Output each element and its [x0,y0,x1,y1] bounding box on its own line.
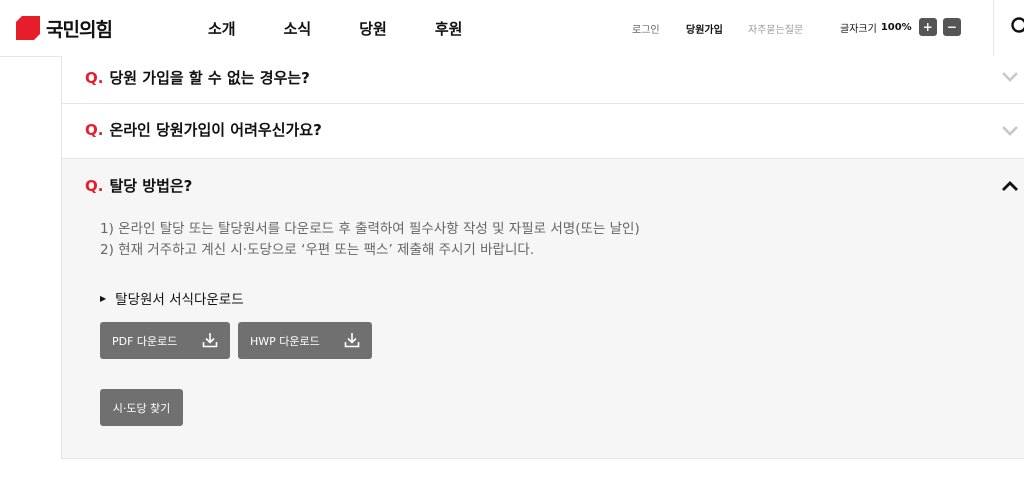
nav-item-news[interactable]: 소식 [284,18,312,39]
q-mark: Q. [85,120,104,139]
chevron-down-icon[interactable] [1001,71,1019,83]
faq-answer: 1) 온라인 탈당 또는 탈당원서를 다운로드 후 출력하여 필수사항 작성 및… [100,219,640,261]
logo-text: 국민의힘 [46,18,113,41]
faq-item[interactable]: Q. 온라인 당원가입이 어려우신가요? [62,104,1024,159]
site-logo[interactable]: 국민의힘 [16,14,113,42]
faq-question: Q. 당원 가입을 할 수 없는 경우는? [85,67,310,88]
font-size-control: 글자크기 100% + − [840,18,967,36]
faq-question: Q. 온라인 당원가입이 어려우신가요? [85,119,322,140]
q-mark: Q. [85,176,104,195]
main-nav: 소개 소식 당원 후원 [208,18,510,39]
pdf-download-button[interactable]: PDF 다운로드 [100,322,230,359]
login-link[interactable]: 로그인 [632,21,660,36]
chevron-up-icon[interactable] [1001,180,1019,192]
hwp-download-label: HWP 다운로드 [250,334,320,348]
nav-item-members[interactable]: 당원 [359,18,387,39]
question-text: 탈당 방법은? [109,177,193,195]
question-text: 당원 가입을 할 수 없는 경우는? [109,69,310,87]
join-link[interactable]: 당원가입 [686,21,723,36]
answer-line: 1) 온라인 탈당 또는 탈당원서를 다운로드 후 출력하여 필수사항 작성 및… [100,221,640,237]
nav-item-intro[interactable]: 소개 [208,18,236,39]
font-decrease-button[interactable]: − [942,18,961,36]
header-divider [993,0,994,56]
faq-item-expanded: Q. 탈당 방법은? [62,159,1024,458]
hwp-download-button[interactable]: HWP 다운로드 [238,322,372,359]
faq-question[interactable]: Q. 탈당 방법은? [85,175,192,196]
nav-item-donate[interactable]: 후원 [435,18,463,39]
search-icon[interactable] [1010,16,1024,38]
download-section-title: ▶ 탈당원서 서식다운로드 [100,288,244,308]
site-header: 국민의힘 소개 소식 당원 후원 로그인 당원가입 자주묻는질문 글자크기 10… [0,0,1024,57]
logo-mark-icon [16,16,40,40]
download-icon [344,333,360,348]
font-increase-button[interactable]: + [918,18,937,36]
font-size-label: 글자크기 [840,23,877,35]
bullet-triangle-icon: ▶ [100,293,107,303]
faq-link[interactable]: 자주묻는질문 [748,21,803,36]
faq-accordion: Q. 당원 가입을 할 수 없는 경우는? Q. 온라인 당원가입이 어려우신가… [61,56,1024,459]
font-size-value: 100% [880,21,912,33]
q-mark: Q. [85,68,104,87]
download-icon [202,333,218,348]
faq-item[interactable]: Q. 당원 가입을 할 수 없는 경우는? [62,56,1024,104]
question-text: 온라인 당원가입이 어려우신가요? [109,121,322,139]
pdf-download-label: PDF 다운로드 [112,334,178,348]
answer-line: 2) 현재 거주하고 계신 시·도당으로 ‘우편 또는 팩스’ 제출해 주시기 … [100,242,535,258]
chevron-down-icon[interactable] [1001,125,1019,137]
find-region-office-button[interactable]: 시·도당 찾기 [100,389,183,426]
download-title-text: 탈당원서 서식다운로드 [115,292,244,308]
